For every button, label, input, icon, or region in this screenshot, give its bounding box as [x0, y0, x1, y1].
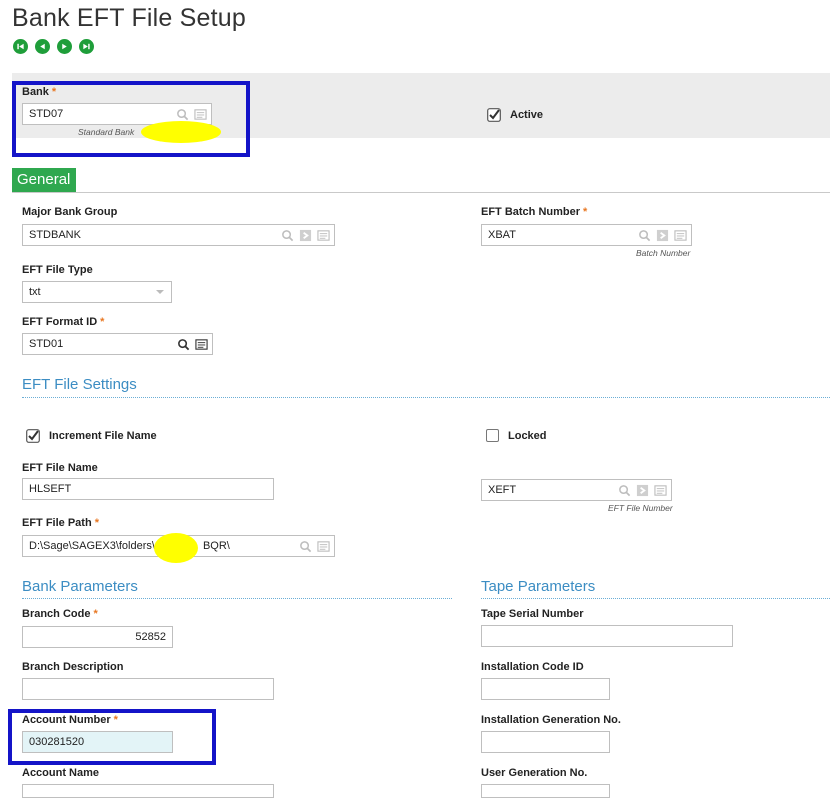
detail-card-icon[interactable] — [194, 337, 208, 351]
eft-file-settings-heading: EFT File Settings — [22, 376, 137, 393]
eft-format-id-label: EFT Format ID * — [22, 316, 105, 328]
active-checkbox[interactable]: Active — [487, 108, 543, 122]
eft-file-number-description: EFT File Number — [608, 503, 673, 513]
installation-code-id-input[interactable] — [481, 678, 610, 700]
detail-card-icon[interactable] — [653, 483, 667, 497]
eft-file-type-value: txt — [29, 286, 41, 298]
account-name-input[interactable] — [22, 784, 274, 798]
eft-batch-number-field[interactable]: XBAT — [481, 224, 692, 246]
checkbox-checked-icon — [26, 429, 40, 443]
page-title: Bank EFT File Setup — [12, 4, 247, 32]
eft-file-name-input[interactable]: HLSEFT — [22, 478, 274, 500]
search-icon[interactable] — [280, 228, 294, 242]
search-icon[interactable] — [176, 337, 190, 351]
eft-file-type-select[interactable]: txt — [22, 281, 172, 303]
required-marker: * — [93, 608, 98, 620]
search-icon[interactable] — [298, 539, 312, 553]
required-marker: * — [94, 517, 99, 529]
increment-file-name-checkbox[interactable]: Increment File Name — [26, 429, 157, 443]
increment-file-name-label: Increment File Name — [49, 430, 157, 442]
highlight-box — [12, 81, 250, 157]
section-divider — [22, 598, 452, 599]
installation-code-id-label: Installation Code ID — [481, 661, 584, 673]
eft-format-id-field[interactable]: STD01 — [22, 333, 213, 355]
major-bank-group-field[interactable]: STDBANK — [22, 224, 335, 246]
eft-file-number-field[interactable]: XEFT — [481, 479, 672, 501]
last-record-button[interactable] — [79, 39, 94, 54]
eft-file-path-label: EFT File Path * — [22, 517, 99, 529]
eft-format-id-value: STD01 — [29, 338, 64, 350]
branch-description-input[interactable] — [22, 678, 274, 700]
user-generation-no-input[interactable] — [481, 784, 610, 798]
required-marker: * — [583, 206, 588, 218]
installation-generation-no-input[interactable] — [481, 731, 610, 753]
search-icon[interactable] — [617, 483, 631, 497]
section-divider — [22, 397, 830, 398]
go-to-icon[interactable] — [298, 228, 312, 242]
tape-serial-number-label: Tape Serial Number — [481, 608, 584, 620]
next-record-icon — [62, 43, 67, 50]
section-divider — [481, 598, 830, 599]
major-bank-group-value: STDBANK — [29, 229, 81, 241]
previous-record-button[interactable] — [35, 39, 50, 54]
bank-parameters-heading: Bank Parameters — [22, 578, 138, 595]
go-to-icon[interactable] — [655, 228, 669, 242]
active-label: Active — [510, 109, 544, 121]
eft-file-name-label: EFT File Name — [22, 462, 98, 474]
checkbox-checked-icon — [487, 108, 501, 122]
tab-general[interactable]: General — [12, 168, 76, 192]
eft-batch-number-label: EFT Batch Number * — [481, 206, 588, 218]
branch-code-label: Branch Code * — [22, 608, 98, 620]
eft-batch-number-value: XBAT — [488, 229, 516, 241]
eft-file-type-label: EFT File Type — [22, 264, 93, 276]
search-icon[interactable] — [637, 228, 651, 242]
eft-file-name-value: HLSEFT — [29, 483, 72, 495]
major-bank-group-label: Major Bank Group — [22, 206, 118, 218]
go-to-icon[interactable] — [635, 483, 649, 497]
chevron-down-icon — [156, 290, 164, 294]
detail-card-icon[interactable] — [673, 228, 687, 242]
tape-serial-number-input[interactable] — [481, 625, 733, 647]
first-record-button[interactable] — [13, 39, 28, 54]
checkbox-unchecked-icon — [486, 429, 499, 442]
locked-checkbox[interactable]: Locked — [486, 429, 547, 442]
next-record-button[interactable] — [57, 39, 72, 54]
branch-description-label: Branch Description — [22, 661, 124, 673]
locked-label: Locked — [508, 429, 547, 442]
eft-file-number-value: XEFT — [488, 484, 517, 496]
branch-code-value: 52852 — [135, 631, 166, 643]
eft-batch-number-description: Batch Number — [636, 248, 691, 258]
first-record-icon — [17, 43, 24, 50]
detail-card-icon[interactable] — [316, 539, 330, 553]
tape-parameters-heading: Tape Parameters — [481, 578, 596, 595]
highlight-box — [8, 709, 216, 765]
user-generation-no-label: User Generation No. — [481, 767, 588, 779]
branch-code-input[interactable]: 52852 — [22, 626, 173, 648]
detail-card-icon[interactable] — [316, 228, 330, 242]
last-record-icon — [83, 43, 90, 50]
required-marker: * — [100, 316, 105, 328]
installation-generation-no-label: Installation Generation No. — [481, 714, 621, 726]
eft-file-path-start: D:\Sage\SAGEX3\folders\ — [29, 540, 155, 552]
previous-record-icon — [40, 43, 45, 50]
redaction-mark — [154, 533, 198, 563]
account-name-label: Account Name — [22, 767, 100, 779]
tab-underline — [12, 192, 830, 193]
eft-file-path-end: BQR\ — [202, 540, 230, 552]
